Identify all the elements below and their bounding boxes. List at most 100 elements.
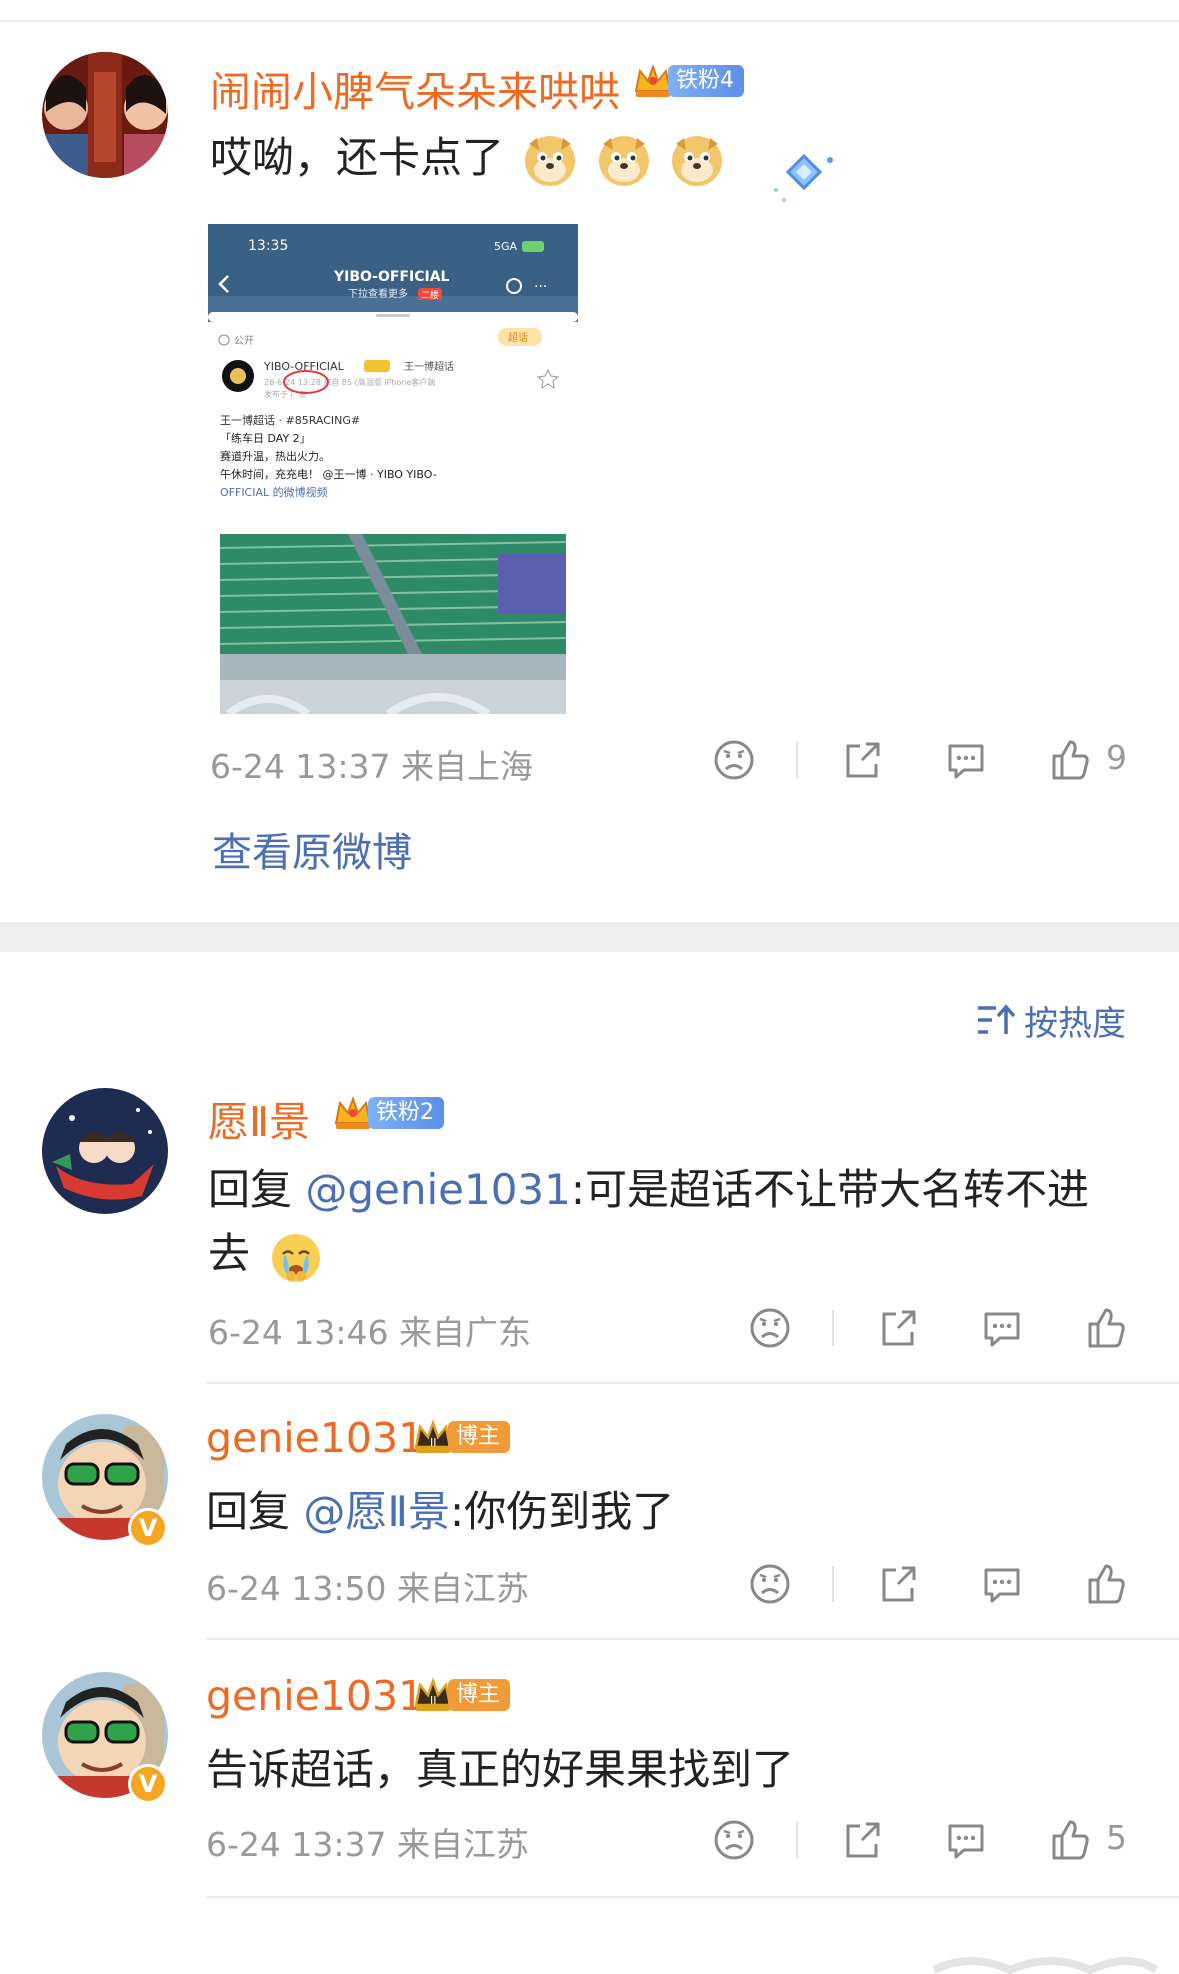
dislike-button[interactable]	[746, 1304, 794, 1352]
commenter-name[interactable]: genie1031	[206, 1414, 424, 1462]
section-separator	[0, 922, 1179, 952]
reply-prefix: 回复	[208, 1165, 306, 1214]
sad-face-icon	[750, 1308, 790, 1348]
comment-text: 回复 @愿Ⅱ景:你伤到我了	[206, 1480, 674, 1544]
dislike-button[interactable]	[746, 1560, 794, 1608]
thumbs-up-icon	[1052, 740, 1089, 780]
shot-time: 13:35	[248, 238, 288, 254]
comment-actions: 5	[710, 1816, 1140, 1866]
share-button[interactable]	[838, 736, 886, 784]
view-original-link[interactable]: 查看原微博	[212, 820, 412, 878]
doge-emoji-icon	[525, 135, 576, 186]
share-button[interactable]	[874, 1304, 922, 1352]
shot-line5: OFFICIAL 的微博视频	[220, 485, 328, 499]
reply-button[interactable]	[942, 1816, 990, 1864]
reply-button[interactable]	[978, 1304, 1026, 1352]
fan-level-label: 铁粉4	[668, 65, 744, 97]
like-button[interactable]	[1046, 1816, 1094, 1864]
post-author-avatar[interactable]	[42, 52, 168, 178]
shot-supertopic: 王一博超话	[404, 360, 454, 373]
action-separator	[832, 1310, 834, 1346]
comment-divider	[206, 1382, 1179, 1384]
doge-emoji-icon	[598, 135, 649, 186]
commenter-name[interactable]: 愿Ⅱ景	[208, 1088, 310, 1148]
comment-divider	[206, 1896, 1179, 1898]
crying-face-emoji-icon	[272, 1233, 321, 1282]
host-badge: II 博主	[412, 1677, 511, 1712]
svg-text:II: II	[430, 1436, 437, 1449]
shot-post-meta-sub: 发布于 广东	[264, 389, 307, 399]
reply-button[interactable]	[942, 736, 990, 784]
comment-text-continued: 去	[208, 1222, 323, 1286]
shot-subtitle-badge: 二楼	[421, 289, 439, 301]
post-author-name[interactable]: 闹闹小脾气朵朵来哄哄	[210, 58, 620, 118]
top-divider	[0, 20, 1179, 22]
sad-face-icon	[714, 1820, 754, 1860]
sort-label: 按热度	[1024, 1003, 1126, 1044]
comment-divider	[206, 1638, 1179, 1640]
mention-link[interactable]: @genie1031	[305, 1165, 571, 1214]
like-button[interactable]	[1082, 1304, 1130, 1352]
mention-link[interactable]: @愿Ⅱ景	[303, 1487, 450, 1536]
verified-badge-icon: V	[128, 1764, 168, 1804]
fan-level-badge: 铁粉4	[632, 64, 744, 98]
doge-emoji-icon	[672, 135, 723, 186]
like-button[interactable]	[1082, 1560, 1130, 1608]
comment-bubble-icon	[984, 1312, 1020, 1347]
share-icon	[846, 1822, 880, 1858]
shot-subtitle: 下拉查看更多	[348, 287, 408, 300]
share-icon	[846, 742, 880, 778]
host-badge: II 博主	[412, 1419, 511, 1454]
comment-text-line1: :你伤到我了	[450, 1487, 675, 1536]
sparkle-diamond-icon	[774, 153, 833, 202]
scroll-indicator	[932, 1957, 1159, 1974]
like-button[interactable]	[1046, 736, 1094, 784]
action-separator	[832, 1566, 834, 1602]
post-text: 哎呦，还卡点了	[210, 126, 724, 190]
comment-bubble-icon	[948, 1824, 984, 1859]
comment-meta: 6-24 13:46 来自广东	[208, 1313, 531, 1352]
commenter-name[interactable]: genie1031	[206, 1672, 424, 1720]
fan-level-label: 铁粉2	[368, 1097, 444, 1129]
shot-line2: 「练车日 DAY 2」	[220, 431, 311, 445]
attached-image[interactable]: 13:35 5GA YIBO-OFFICIAL 下拉查看更多 二楼 ··· 公开…	[208, 224, 578, 714]
post-meta: 6-24 13:37 来自上海	[210, 747, 533, 786]
comment-meta: 6-24 13:50 来自江苏	[206, 1569, 529, 1608]
sort-icon	[978, 1004, 1016, 1034]
shot-line3: 赛道升温，热出火力。	[220, 449, 330, 463]
share-button[interactable]	[838, 1816, 886, 1864]
comment-text: 回复 @genie1031:可是超话不让带大名转不进	[208, 1158, 1089, 1222]
share-button[interactable]	[874, 1560, 922, 1608]
svg-text:···: ···	[534, 279, 547, 295]
share-icon	[882, 1310, 916, 1346]
share-icon	[882, 1566, 916, 1602]
thumbs-up-icon	[1052, 1820, 1089, 1860]
action-separator	[796, 742, 798, 778]
svg-text:II: II	[430, 1694, 437, 1707]
host-badge-label: 博主	[448, 1679, 511, 1711]
sort-by-hot-button[interactable]: 按热度	[976, 998, 1126, 1044]
thumbs-up-icon	[1088, 1564, 1125, 1604]
like-count: 5	[1106, 1818, 1127, 1857]
comment-actions	[746, 1304, 1146, 1354]
post-actions: 9	[710, 736, 1140, 786]
host-badge-label: 博主	[448, 1421, 511, 1453]
comment-meta: 6-24 13:37 来自江苏	[206, 1825, 529, 1864]
sad-face-icon	[750, 1564, 790, 1604]
comment-text: 告诉超话，真正的好果果找到了	[206, 1745, 795, 1794]
comment-text-line1: :可是超话不让带大名转不进	[570, 1165, 1090, 1214]
action-separator	[796, 1822, 798, 1858]
reply-button[interactable]	[978, 1560, 1026, 1608]
shot-title: YIBO-OFFICIAL	[333, 269, 450, 285]
shot-visibility: 公开	[234, 336, 254, 347]
dislike-button[interactable]	[710, 1816, 758, 1864]
fan-level-badge: 铁粉2	[332, 1096, 444, 1130]
shot-network: 5GA	[494, 240, 518, 253]
like-count: 9	[1106, 738, 1127, 777]
comment-text-line2: 去	[208, 1229, 251, 1278]
dislike-button[interactable]	[710, 736, 758, 784]
verified-badge-icon: V	[128, 1508, 168, 1548]
shot-line4: 午休时间，充充电！ @王一博 · YIBO YIBO-	[220, 467, 437, 481]
reply-prefix: 回复	[206, 1487, 304, 1536]
commenter-avatar[interactable]	[42, 1088, 168, 1214]
